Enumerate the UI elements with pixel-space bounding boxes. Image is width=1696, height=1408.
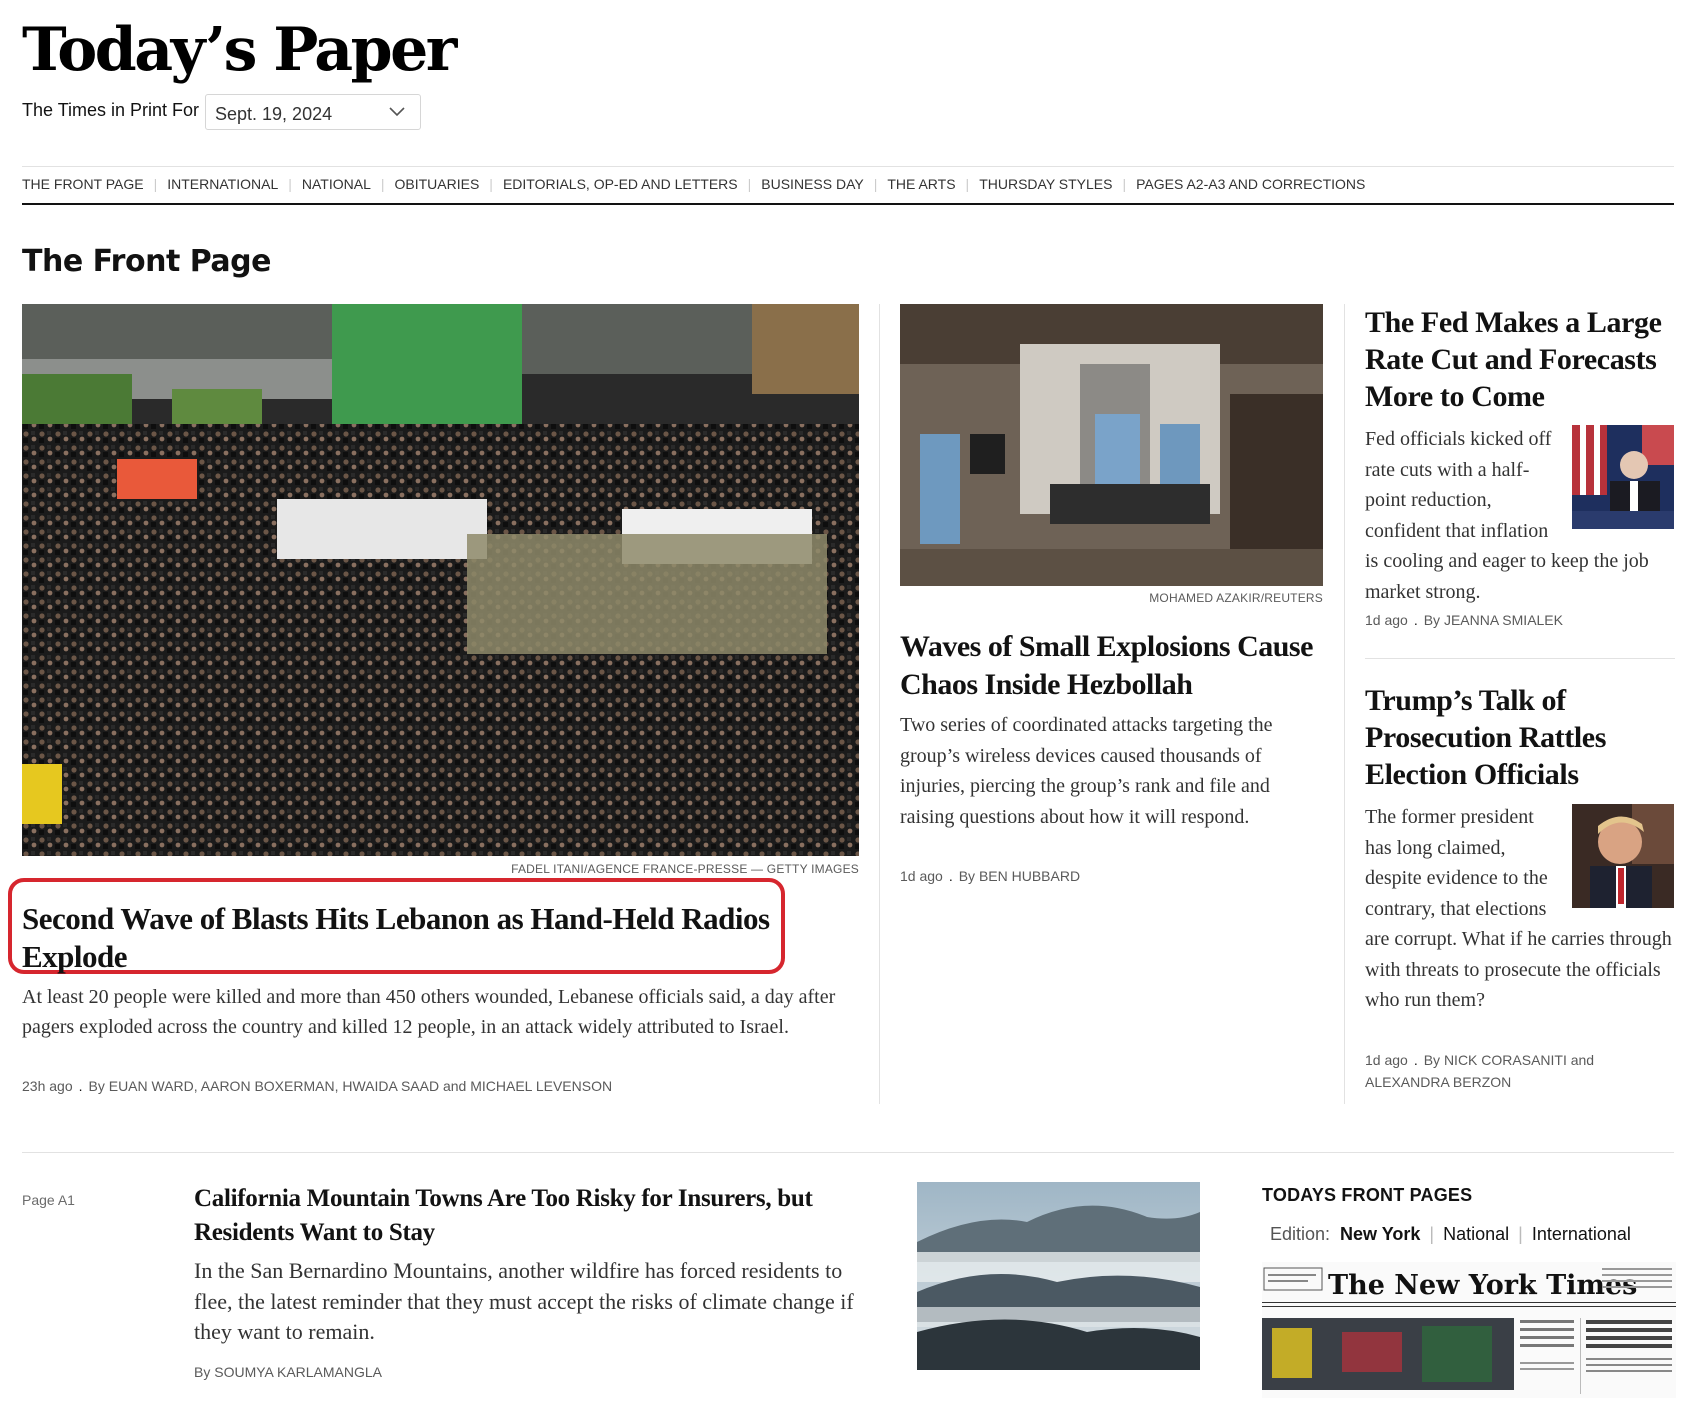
date-select[interactable]: Sept. 19, 2024: [205, 94, 421, 130]
print-for-label: The Times in Print For: [22, 100, 200, 120]
front-page-thumbnail[interactable]: The New York Times: [1262, 1262, 1676, 1398]
timestamp: 23h ago: [22, 1078, 73, 1094]
nav-separator: |: [153, 176, 158, 192]
nav-thursday-styles[interactable]: THURSDAY STYLES: [979, 176, 1112, 192]
byline-dot: .: [1413, 1052, 1418, 1068]
california-summary: In the San Bernardino Mountains, another…: [194, 1258, 854, 1344]
lead-summary: At least 20 people were killed and more …: [22, 986, 836, 1038]
page-label: Page A1: [22, 1192, 75, 1208]
trump-summary: The former president has long claimed, d…: [1365, 802, 1675, 1016]
byline-dot: .: [78, 1078, 83, 1094]
date-select-value: Sept. 19, 2024: [215, 104, 333, 124]
nyt-nameplate: The New York Times: [1328, 1270, 1637, 1301]
nav-international[interactable]: INTERNATIONAL: [167, 176, 278, 192]
trump-byline: 1d ago. By NICK CORASANITI and ALEXANDRA …: [1365, 1049, 1665, 1093]
lead-photo-credit: FADEL ITANI/AGENCE FRANCE-PRESSE — GETTY…: [511, 862, 859, 876]
middle-story-photo[interactable]: [900, 304, 1323, 586]
lead-story-photo[interactable]: [22, 304, 859, 856]
edition-national[interactable]: National: [1443, 1224, 1509, 1245]
page-title: Today’s Paper: [22, 15, 457, 85]
timestamp: 1d ago: [1365, 1052, 1408, 1068]
nav-separator: |: [288, 176, 292, 192]
nav-separator: |: [873, 176, 878, 192]
nav-separator: |: [747, 176, 752, 192]
byline-dot: .: [948, 868, 953, 884]
middle-headline[interactable]: Waves of Small Explosions Cause Chaos In…: [900, 628, 1330, 704]
nav-separator: |: [489, 176, 493, 192]
california-photo[interactable]: [917, 1182, 1200, 1370]
trump-headline[interactable]: Trump’s Talk of Prosecution Rattles Elec…: [1365, 682, 1675, 793]
nav-separator: |: [1122, 176, 1127, 192]
author-byline: By EUAN WARD, AARON BOXERMAN, HWAIDA SAA…: [88, 1078, 613, 1094]
edition-international[interactable]: International: [1532, 1224, 1631, 1245]
california-byline: By SOUMYA KARLAMANGLA: [194, 1364, 383, 1380]
section-heading: The Front Page: [22, 244, 271, 279]
middle-summary: Two series of coordinated attacks target…: [900, 714, 1273, 828]
lead-headline[interactable]: Second Wave of Blasts Hits Lebanon as Ha…: [22, 900, 822, 976]
edition-label: Edition:: [1270, 1224, 1331, 1244]
middle-photo-credit: MOHAMED AZAKIR/REUTERS: [1149, 591, 1323, 605]
edition-new-york[interactable]: New York: [1340, 1224, 1420, 1245]
middle-byline: 1d ago. By BEN HUBBARD: [900, 868, 1080, 884]
fed-summary: Fed officials kicked off rate cuts with …: [1365, 424, 1675, 607]
fed-byline: 1d ago. By JEANNA SMIALEK: [1365, 612, 1563, 628]
byline-dot: .: [1413, 612, 1418, 628]
section-nav: THE FRONT PAGE | INTERNATIONAL | NATIONAL |…: [22, 176, 1674, 192]
nav-editorials[interactable]: EDITORIALS, OP-ED AND LETTERS: [503, 176, 738, 192]
author-byline: By JEANNA SMIALEK: [1423, 612, 1563, 628]
chevron-down-icon: [388, 103, 406, 124]
nav-separator: |: [965, 176, 970, 192]
todays-front-pages-heading: TODAYS FRONT PAGES: [1262, 1185, 1473, 1205]
edition-separator: |: [1518, 1224, 1523, 1244]
nav-pages-a2-a3[interactable]: PAGES A2-A3 AND CORRECTIONS: [1136, 176, 1365, 192]
nav-national[interactable]: NATIONAL: [302, 176, 371, 192]
timestamp: 1d ago: [1365, 612, 1408, 628]
edition-separator: |: [1429, 1224, 1435, 1244]
edition-selector: Edition: New York | National | Internati…: [1270, 1224, 1631, 1245]
nav-separator: |: [380, 176, 385, 192]
nav-front-page[interactable]: THE FRONT PAGE: [22, 176, 144, 192]
nav-the-arts[interactable]: THE ARTS: [887, 176, 955, 192]
row-divider: [22, 1152, 1674, 1153]
fed-headline[interactable]: The Fed Makes a Large Rate Cut and Forec…: [1365, 304, 1675, 415]
story-divider: [1365, 658, 1675, 659]
lead-byline: 23h ago. By EUAN WARD, AARON BOXERMAN, HW…: [22, 1078, 612, 1094]
author-byline: By BEN HUBBARD: [958, 868, 1081, 884]
california-headline[interactable]: California Mountain Towns Are Too Risky …: [194, 1182, 884, 1250]
column-divider: [879, 304, 880, 1104]
nav-business-day[interactable]: BUSINESS DAY: [761, 176, 863, 192]
nav-top-rule: [22, 166, 1674, 167]
nav-bottom-rule: [22, 203, 1674, 205]
nav-obituaries[interactable]: OBITUARIES: [395, 176, 480, 192]
thumbnail-float-spacer: [1565, 424, 1675, 528]
thumbnail-float-spacer: [1565, 802, 1675, 906]
timestamp: 1d ago: [900, 868, 943, 884]
column-divider: [1344, 304, 1345, 1104]
